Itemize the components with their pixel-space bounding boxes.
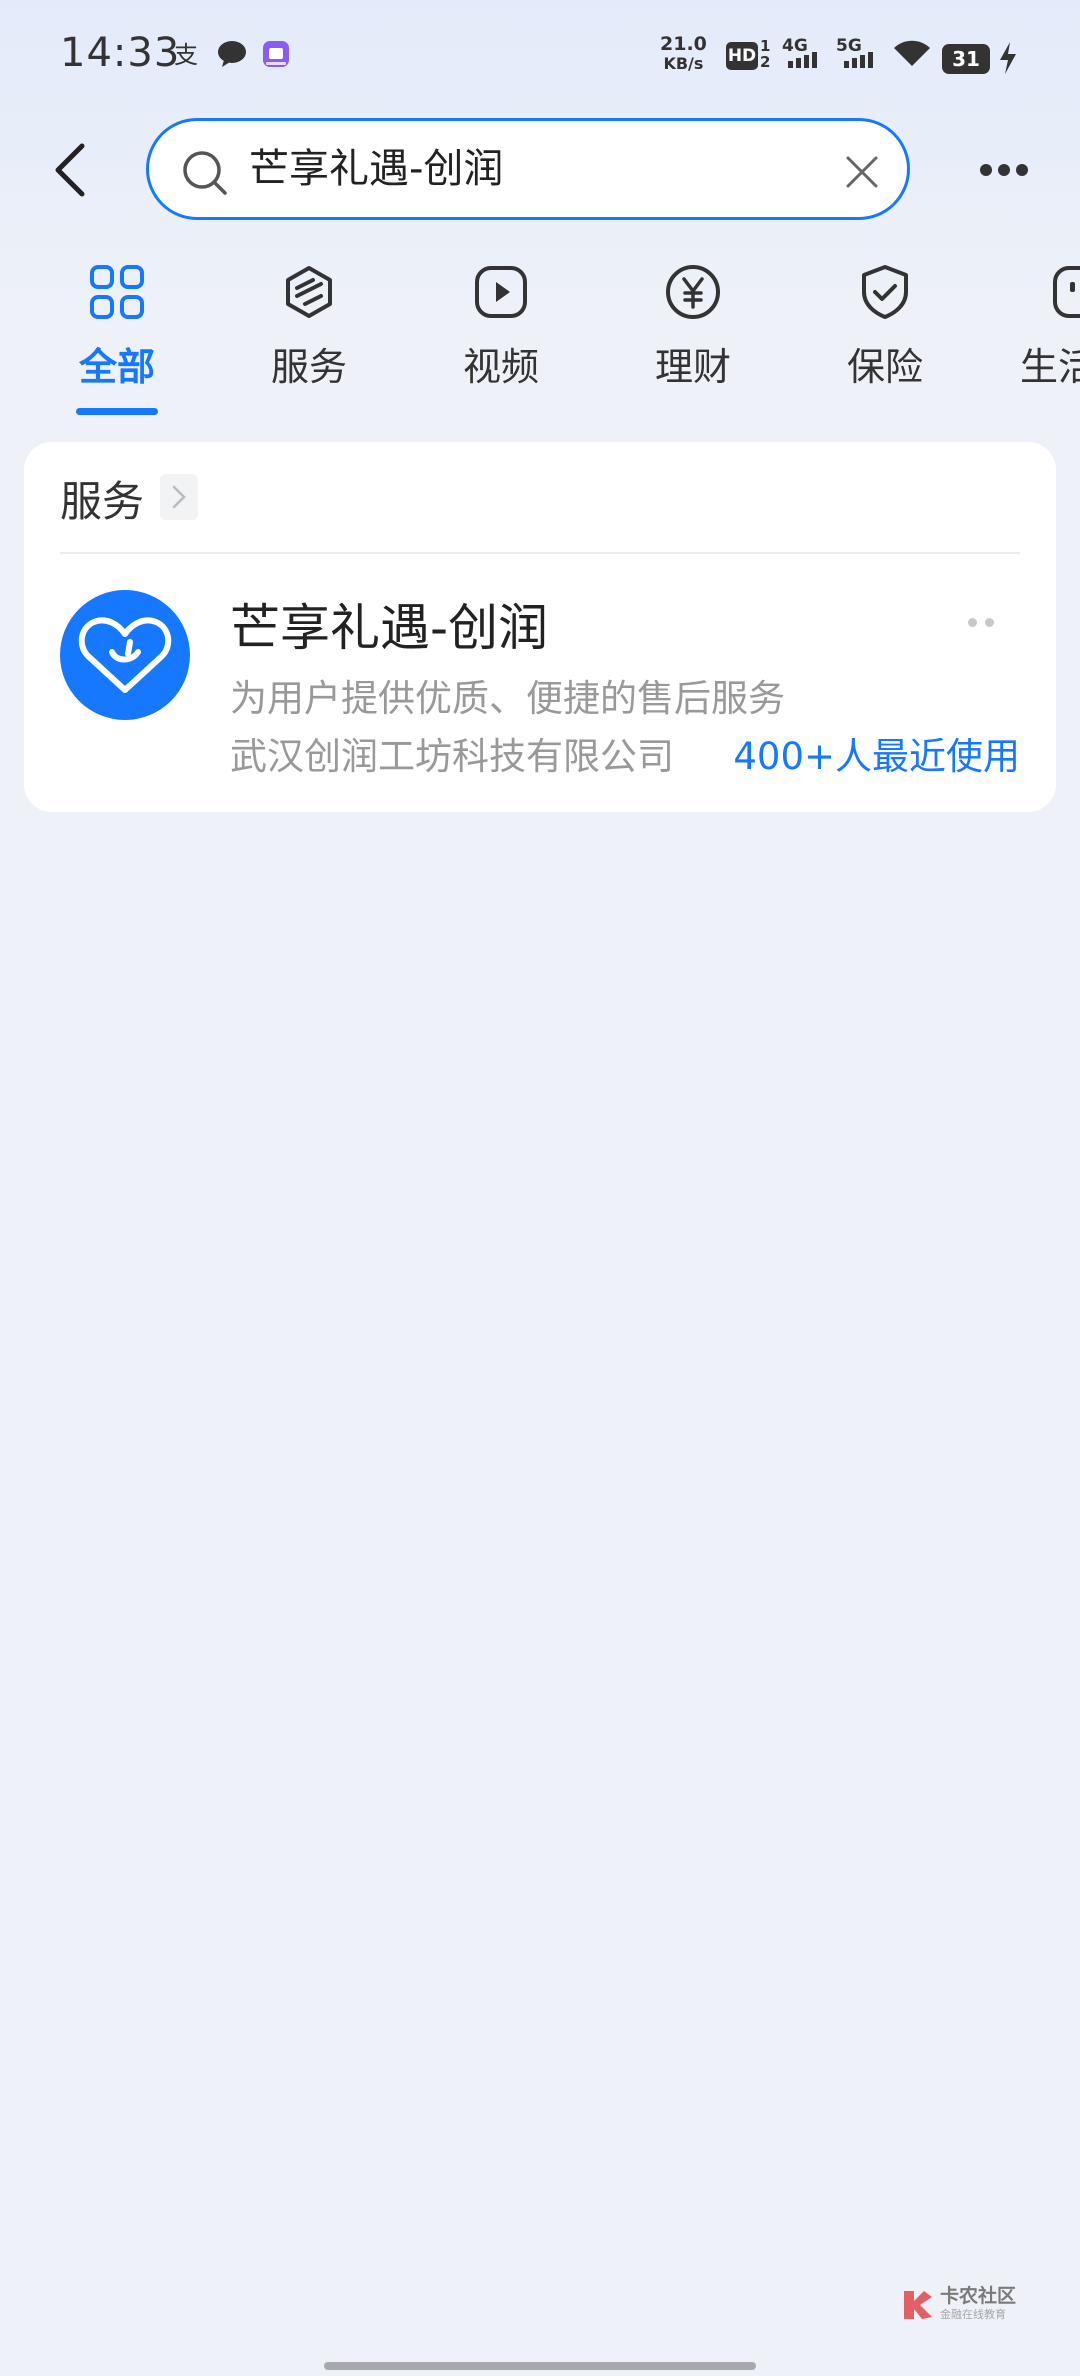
hd-icon: HD bbox=[726, 42, 758, 70]
tab-label: 全部 bbox=[78, 345, 155, 389]
yuan-icon bbox=[663, 262, 723, 322]
watermark-subtitle: 金融在线教育 bbox=[940, 2308, 1006, 2321]
chevron-right-icon[interactable] bbox=[160, 474, 198, 520]
tab-label: 保险 bbox=[846, 345, 923, 389]
charging-icon bbox=[998, 40, 1018, 80]
service-company: 武汉创润工坊科技有限公司 bbox=[230, 735, 674, 778]
watermark-logo-icon bbox=[904, 2291, 932, 2319]
heart-app-icon[interactable] bbox=[60, 590, 190, 720]
message-icon bbox=[216, 36, 248, 72]
search-query[interactable]: 芒享礼遇-创润 bbox=[249, 143, 503, 195]
shield-icon bbox=[855, 262, 915, 322]
tab-video[interactable]: 视频 bbox=[426, 262, 576, 412]
back-button[interactable] bbox=[50, 140, 90, 200]
tab-label: 理财 bbox=[654, 345, 731, 389]
service-description: 为用户提供优质、便捷的售后服务 bbox=[230, 677, 785, 720]
active-tab-indicator bbox=[76, 408, 158, 415]
clear-icon[interactable] bbox=[845, 155, 879, 193]
svg-text:支: 支 bbox=[174, 41, 198, 69]
tab-life[interactable]: 生活 bbox=[1002, 262, 1080, 412]
tab-all[interactable]: 全部 bbox=[42, 262, 192, 412]
status-bar: 14:33 支 21.0 KB/s HD 1 2 4G 5G 31 bbox=[0, 0, 1080, 110]
grid-icon bbox=[87, 262, 147, 322]
status-time: 14:33 bbox=[60, 30, 181, 76]
search-icon bbox=[181, 149, 229, 201]
tab-service[interactable]: 服务 bbox=[234, 262, 384, 412]
app-badge-icon bbox=[260, 36, 292, 72]
service-icon bbox=[279, 262, 339, 322]
net-speed: 21.0 KB/s bbox=[660, 33, 707, 73]
tab-finance[interactable]: 理财 bbox=[618, 262, 768, 412]
alipay-icon: 支 bbox=[172, 36, 202, 72]
play-icon bbox=[471, 262, 531, 322]
divider bbox=[60, 552, 1020, 554]
signal-icon-1 bbox=[788, 52, 817, 68]
service-name[interactable]: 芒享礼遇-创润 bbox=[230, 588, 548, 660]
more-options-button[interactable] bbox=[980, 150, 1040, 190]
tab-label: 生活 bbox=[1020, 345, 1080, 389]
watermark: 卡农社区 金融在线教育 bbox=[900, 2286, 1016, 2322]
tab-label: 服务 bbox=[270, 345, 347, 389]
usage-count: 400+人最近使用 bbox=[733, 735, 1020, 778]
watermark-title: 卡农社区 bbox=[940, 2285, 1017, 2307]
wifi-icon bbox=[892, 36, 932, 72]
hd-sim-label: 1 2 bbox=[760, 37, 771, 71]
battery-icon: 31 bbox=[942, 44, 990, 74]
section-title[interactable]: 服务 bbox=[60, 468, 144, 529]
signal-icon-2 bbox=[844, 52, 873, 68]
life-icon bbox=[1050, 262, 1080, 322]
service-results-card: 服务 芒享礼遇-创润 为用户提供优质、便捷的售后服务 武汉创润工坊科技有限公司 … bbox=[24, 442, 1056, 812]
home-indicator[interactable] bbox=[324, 2362, 756, 2370]
more-icon[interactable] bbox=[968, 618, 994, 627]
tab-label: 视频 bbox=[462, 345, 539, 389]
search-input[interactable]: 芒享礼遇-创润 bbox=[146, 118, 910, 220]
tab-insurance[interactable]: 保险 bbox=[810, 262, 960, 412]
